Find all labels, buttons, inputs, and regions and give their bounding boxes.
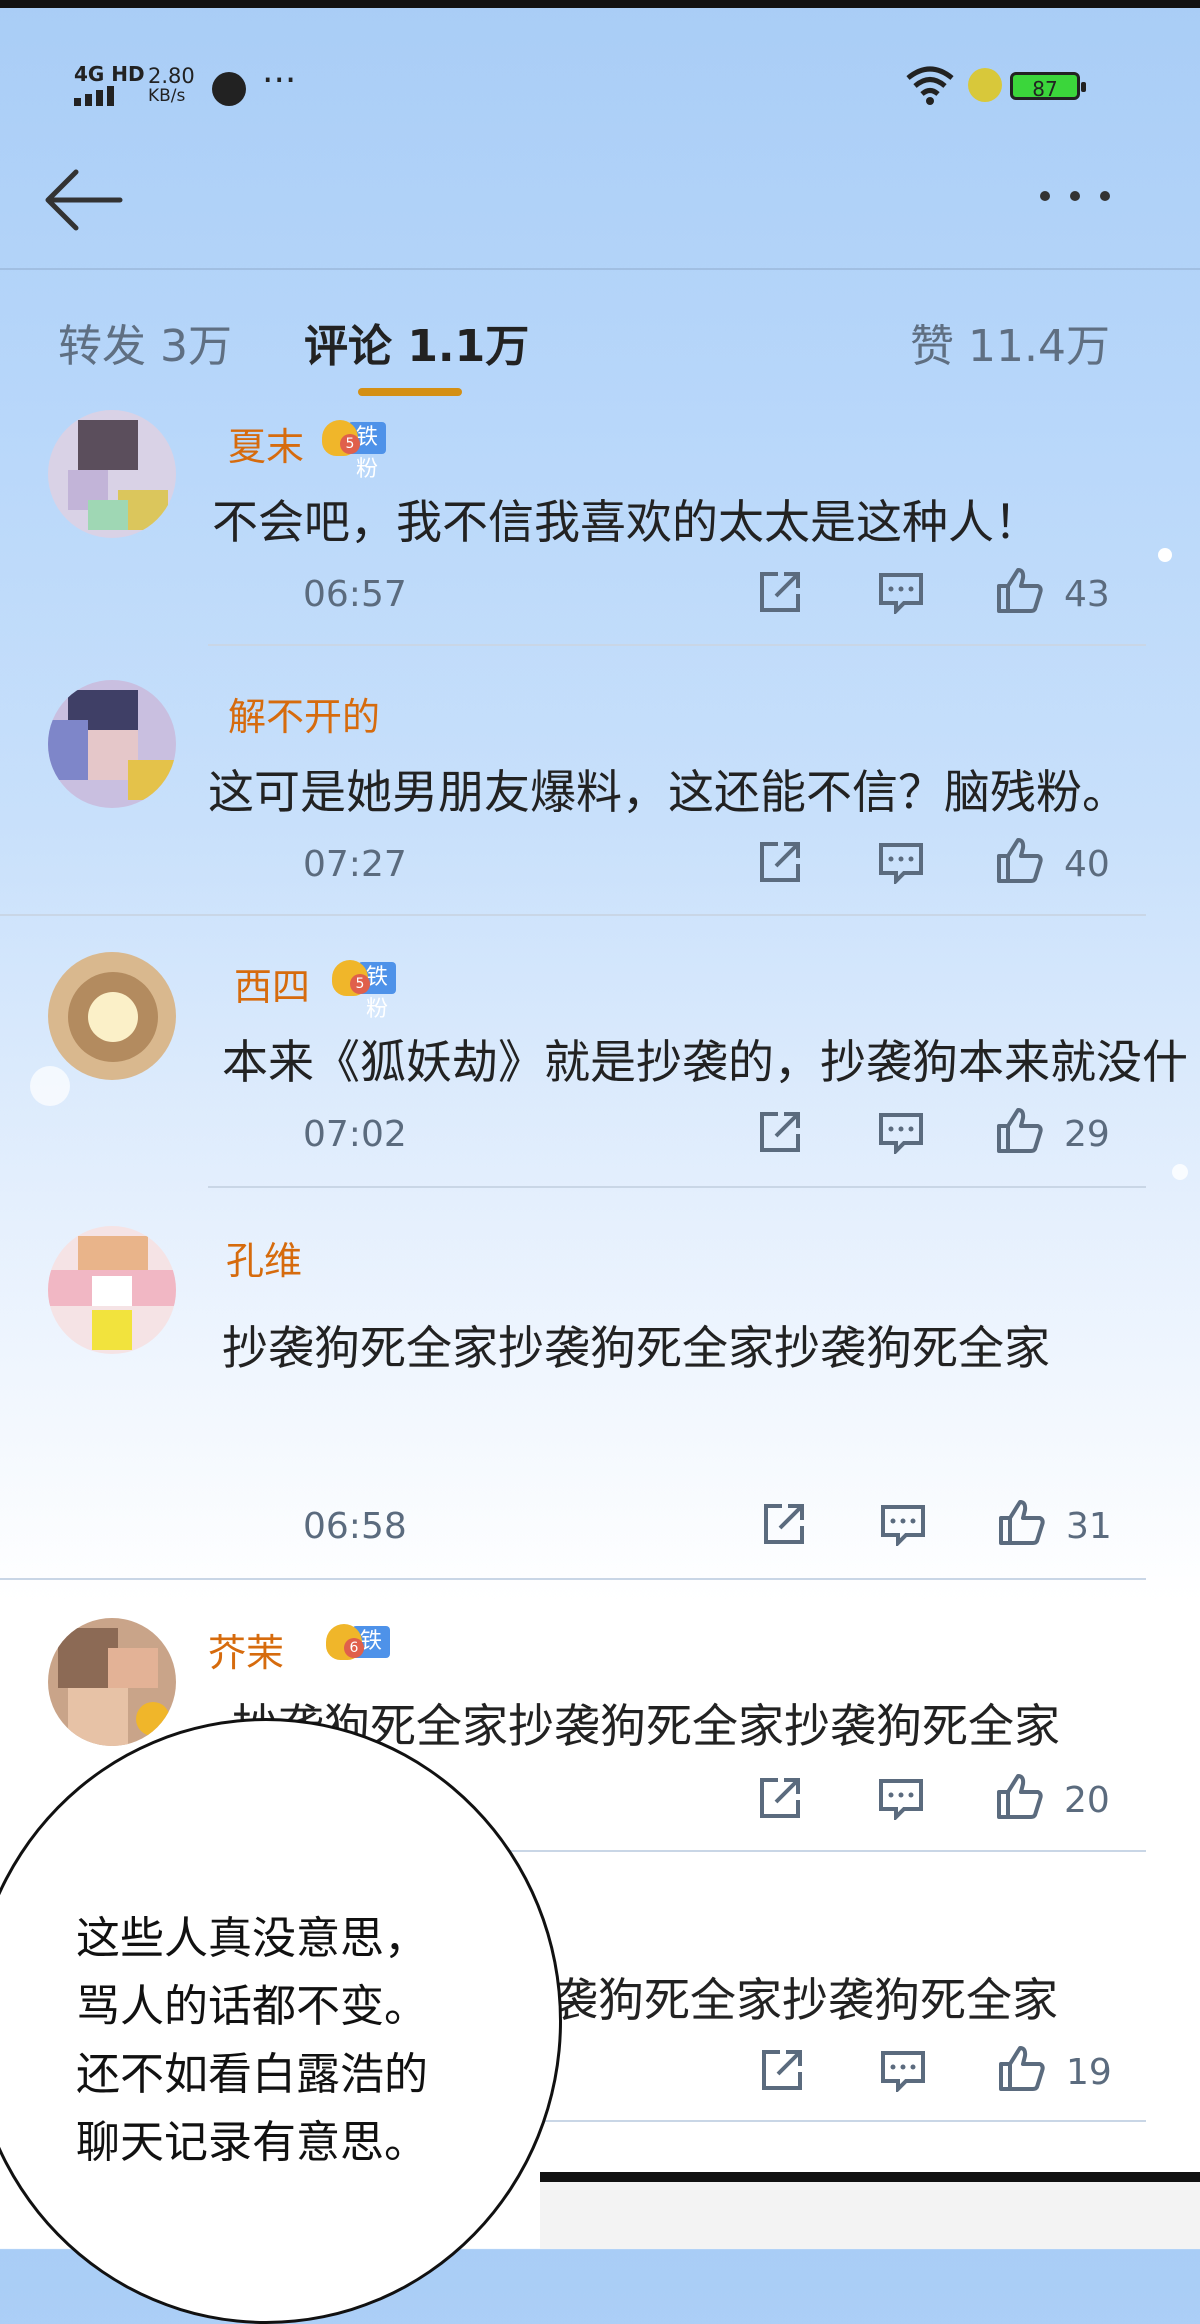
charging-icon	[968, 68, 1002, 102]
more-dots-icon	[1040, 191, 1110, 201]
comment-author[interactable]: 芥茉	[208, 1622, 284, 1677]
panel-border	[540, 2172, 1200, 2182]
fan-level: 5	[350, 974, 370, 994]
panel-strip	[540, 2182, 1200, 2249]
comment-text: 这可是她男朋友爆料，这还能不信？脑残粉。	[208, 765, 1128, 819]
comment-text: 抄袭狗死全家抄袭狗死全家抄袭狗死全家	[222, 1321, 1050, 1375]
back-button[interactable]	[40, 160, 130, 240]
wifi-icon	[906, 66, 954, 105]
share-icon[interactable]	[758, 1110, 804, 1154]
speech-line: 还不如看白露浩的	[76, 2049, 428, 2100]
reply-icon[interactable]	[880, 1504, 926, 1546]
signal-icon	[74, 86, 120, 106]
battery-level: 87	[1032, 77, 1058, 101]
share-icon[interactable]	[758, 1776, 804, 1820]
comment-time: 06:57	[303, 574, 407, 615]
comment-text: 不会吧，我不信我喜欢的太太是这种人！	[212, 495, 1040, 549]
reply-icon[interactable]	[878, 1778, 924, 1820]
more-status-icon: ···	[262, 60, 297, 101]
comment-time: 07:27	[303, 844, 407, 885]
like-count: 40	[1064, 844, 1110, 885]
reply-icon[interactable]	[878, 1112, 924, 1154]
share-icon[interactable]	[760, 2048, 806, 2092]
like-count: 43	[1064, 574, 1110, 615]
fan-level: 6	[344, 1638, 364, 1658]
like-count: 31	[1066, 1506, 1112, 1547]
speed-dial-icon	[212, 72, 246, 106]
active-tab-indicator	[358, 388, 462, 396]
avatar[interactable]	[48, 1226, 176, 1354]
speech-line: 聊天记录有意思。	[76, 2117, 428, 2168]
avatar[interactable]	[48, 680, 176, 808]
comment-author[interactable]: 孔维	[226, 1230, 302, 1285]
share-icon[interactable]	[758, 840, 804, 884]
avatar[interactable]	[48, 410, 176, 538]
reply-icon[interactable]	[878, 842, 924, 884]
speed-value: 2.80	[148, 64, 195, 88]
comment-divider	[208, 644, 1146, 646]
sparkle	[30, 1066, 70, 1106]
like-icon[interactable]	[998, 2044, 1046, 2092]
comment-text: 袭狗死全家抄袭狗死全家	[552, 1973, 1058, 2027]
tab-reposts[interactable]: 转发 3万	[58, 310, 232, 374]
speech-line: 这些人真没意思，	[76, 1913, 428, 1964]
top-frame-edge	[0, 0, 1200, 8]
comment-author[interactable]: 解不开的	[228, 686, 380, 741]
like-icon[interactable]	[998, 1498, 1046, 1546]
like-icon[interactable]	[996, 1772, 1044, 1820]
speech-bubble-text: 这些人真没意思， 骂人的话都不变。 还不如看白露浩的 聊天记录有意思。	[76, 1905, 428, 2177]
speech-line: 骂人的话都不变。	[76, 1981, 428, 2032]
sparkle	[1172, 1164, 1188, 1180]
like-icon[interactable]	[996, 836, 1044, 884]
like-count: 19	[1066, 2052, 1112, 2093]
fan-level: 5	[340, 434, 360, 454]
share-icon[interactable]	[762, 1502, 808, 1546]
tab-comments[interactable]: 评论 1.1万	[304, 310, 529, 374]
comment-time: 07:02	[303, 1114, 407, 1155]
avatar[interactable]	[48, 1618, 176, 1746]
network-type: 4G HD	[74, 62, 145, 86]
comment-text: 本来《狐妖劫》就是抄袭的，抄袭狗本来就没什	[222, 1035, 1188, 1089]
avatar[interactable]	[48, 952, 176, 1080]
arrow-left-icon	[45, 169, 123, 231]
network-speed: 2.80 KB/s	[148, 64, 195, 107]
status-bar: 4G HD 2.80 KB/s ··· 87	[0, 50, 1200, 120]
comment-time: 06:58	[303, 1506, 407, 1547]
comment-divider	[0, 1578, 1146, 1580]
comment-divider	[0, 914, 1146, 916]
like-count: 20	[1064, 1780, 1110, 1821]
reply-icon[interactable]	[880, 2050, 926, 2092]
more-options-button[interactable]	[1035, 170, 1115, 230]
like-count: 29	[1064, 1114, 1110, 1155]
comment-divider	[208, 1186, 1146, 1188]
share-icon[interactable]	[758, 570, 804, 614]
comment-author[interactable]: 夏末	[228, 416, 304, 471]
speed-unit: KB/s	[148, 86, 186, 106]
like-icon[interactable]	[996, 1106, 1044, 1154]
sparkle	[1158, 548, 1172, 562]
tab-likes[interactable]: 赞 11.4万	[910, 310, 1110, 374]
battery-icon: 87	[1010, 72, 1086, 101]
comment-author[interactable]: 西四	[234, 956, 310, 1011]
reply-icon[interactable]	[878, 572, 924, 614]
like-icon[interactable]	[996, 566, 1044, 614]
header-divider	[0, 268, 1200, 270]
